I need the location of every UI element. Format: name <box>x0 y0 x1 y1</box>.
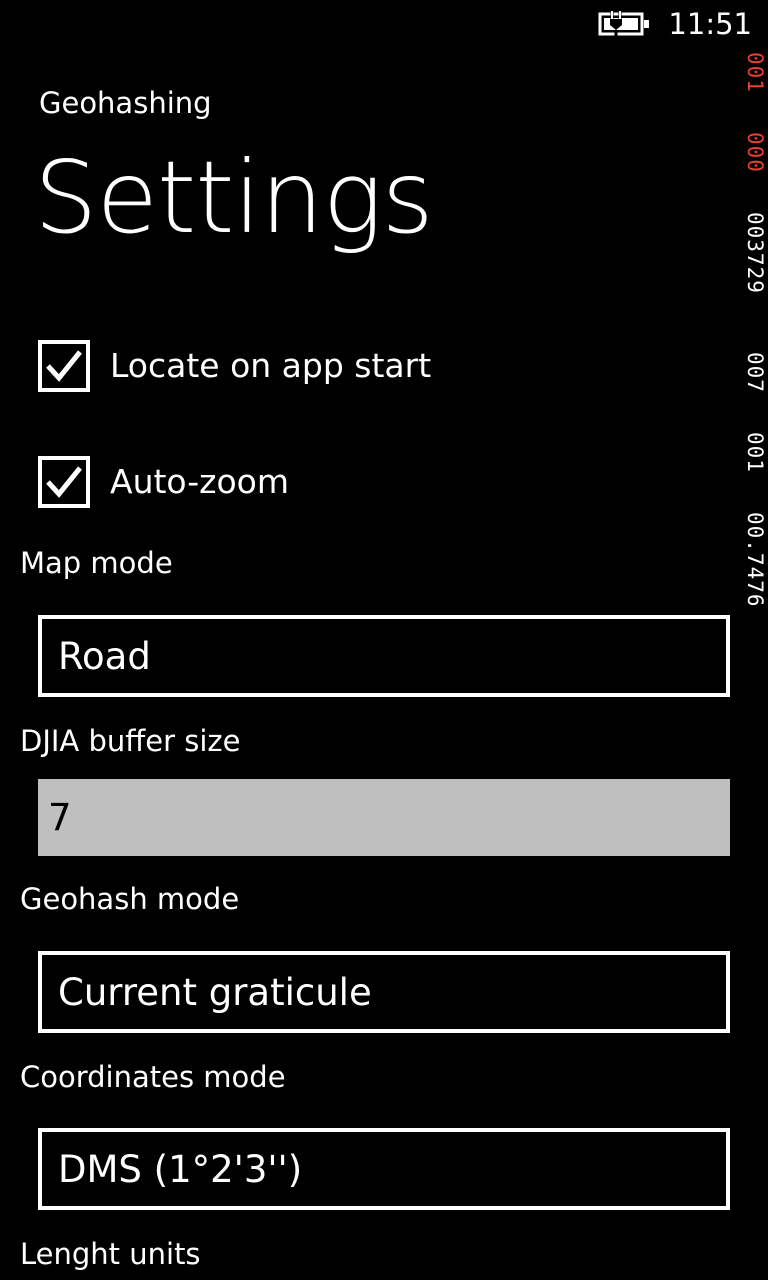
checkbox-box[interactable] <box>38 456 90 508</box>
map-mode-picker[interactable]: Road <box>38 615 730 697</box>
djia-buffer-input[interactable]: 7 <box>38 779 730 856</box>
coordinates-mode-picker[interactable]: DMS (1°2'3'') <box>38 1128 730 1210</box>
checkbox-label[interactable]: Auto-zoom <box>110 462 289 502</box>
status-time: 11:51 <box>668 7 752 41</box>
geohash-mode-picker[interactable]: Current graticule <box>38 951 730 1033</box>
page-title: Settings <box>34 139 434 256</box>
app-title: Geohashing <box>39 86 212 120</box>
debug-frame-counters: 001 000 003729 007 001 00.7476 <box>743 52 767 662</box>
ui-thread-counter: 000 <box>743 132 767 173</box>
frame-rate-counter: 001 <box>743 52 767 93</box>
texture-memory-counter: 003729 <box>743 212 767 294</box>
status-bar: 11:51 <box>0 0 768 50</box>
checkbox-label[interactable]: Locate on app start <box>110 346 431 386</box>
length-units-label: Lenght units <box>20 1237 201 1271</box>
fill-rate-counter: 00.7476 <box>743 512 767 608</box>
locate-on-start-checkbox[interactable]: Locate on app start <box>38 340 431 392</box>
checkbox-box[interactable] <box>38 340 90 392</box>
checkmark-icon <box>46 350 82 382</box>
geohash-mode-label: Geohash mode <box>20 882 240 916</box>
surface-counter: 007 <box>743 352 767 393</box>
coordinates-mode-label: Coordinates mode <box>20 1060 286 1094</box>
checkmark-icon <box>46 466 82 498</box>
auto-zoom-checkbox[interactable]: Auto-zoom <box>38 456 289 508</box>
battery-charging-icon <box>598 10 651 38</box>
djia-buffer-label: DJIA buffer size <box>20 724 241 758</box>
map-mode-label: Map mode <box>20 546 173 580</box>
settings-page: 11:51 001 000 003729 007 001 00.7476 Geo… <box>0 0 768 1280</box>
intermediate-surface-counter: 001 <box>743 432 767 473</box>
